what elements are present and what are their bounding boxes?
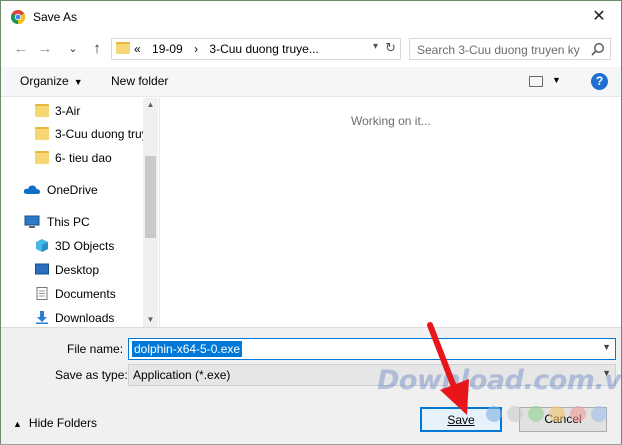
sidebar-item-downloads[interactable]: Downloads — [1, 307, 143, 329]
save-as-type-value: Application (*.exe) — [133, 368, 231, 382]
download-icon — [36, 311, 48, 324]
desktop-icon — [35, 263, 49, 275]
scroll-down-icon[interactable]: ▼ — [143, 313, 158, 327]
chevron-down-icon: ▼ — [73, 77, 83, 87]
navigation-scrollbar[interactable]: ▲ ▼ — [143, 98, 158, 327]
onedrive-icon — [23, 185, 40, 194]
sidebar-item-label: Documents — [55, 287, 116, 301]
file-name-input[interactable]: dolphin-x64-5-0.exe — [132, 341, 243, 357]
cube-icon — [36, 239, 48, 252]
chevron-down-icon[interactable]: ▼ — [602, 342, 611, 352]
window-title: Save As — [33, 10, 78, 24]
forward-button[interactable]: → — [35, 39, 55, 59]
back-button[interactable]: ← — [11, 39, 31, 59]
breadcrumb-separator[interactable]: › — [194, 42, 198, 56]
save-button-label: Save — [447, 413, 475, 427]
breadcrumb-overflow[interactable]: « — [134, 42, 141, 56]
folder-icon — [116, 42, 130, 54]
folder-icon — [35, 104, 49, 117]
sidebar-item-label: 6- tieu dao — [55, 151, 112, 165]
file-list[interactable]: Working on it... — [159, 98, 621, 327]
watermark-dot — [591, 406, 607, 422]
watermark-dot — [570, 406, 586, 422]
file-name-label: File name: — [67, 342, 124, 356]
breadcrumb: « 19-09 › 3-Cuu duong truye... — [134, 42, 327, 56]
title-bar: Save As ✕ — [1, 1, 621, 33]
documents-icon — [36, 287, 48, 300]
help-button[interactable]: ? — [591, 73, 608, 90]
watermark: Download.com.vn — [377, 365, 622, 396]
up-button[interactable]: ↑ — [87, 39, 107, 59]
save-as-type-label: Save as type: — [55, 368, 128, 382]
sidebar-item-tieu-dao[interactable]: 6- tieu dao — [1, 147, 143, 169]
breadcrumb-item[interactable]: 3-Cuu duong truye... — [209, 42, 318, 56]
search-input[interactable]: Search 3-Cuu duong truyen ky — [417, 43, 587, 57]
sidebar-item-label: 3D Objects — [55, 239, 115, 253]
sidebar-item-3d-objects[interactable]: 3D Objects — [1, 235, 143, 257]
scrollbar-thumb[interactable] — [145, 156, 156, 238]
sidebar-item-label: This PC — [47, 215, 90, 229]
sidebar-item-label: Desktop — [55, 263, 100, 277]
chevron-up-icon: ▲ — [13, 419, 22, 429]
refresh-icon[interactable]: ↻ — [385, 40, 396, 56]
save-as-dialog: Save As ✕ ← → ⌄ ↑ « 19-09 › 3-Cuu duong … — [0, 0, 622, 444]
recent-locations-button[interactable]: ⌄ — [63, 39, 83, 59]
chrome-icon — [11, 10, 25, 24]
search-icon[interactable] — [591, 42, 605, 56]
watermark-dot — [486, 406, 502, 422]
folder-icon — [35, 127, 49, 140]
sidebar-item-cuu-duong[interactable]: 3-Cuu duong truyen ky — [1, 123, 143, 145]
organize-button[interactable]: Organize ▼ — [20, 74, 83, 88]
view-options-icon[interactable] — [529, 76, 543, 87]
hide-folders-button[interactable]: ▲ Hide Folders — [13, 416, 97, 430]
navigation-pane: 3-Air 3-Cuu duong truyen ky 6- tieu dao … — [1, 98, 158, 327]
sidebar-item-this-pc[interactable]: This PC — [1, 211, 143, 233]
sidebar-item-label: Downloads — [55, 311, 115, 325]
search-box[interactable]: Search 3-Cuu duong truyen ky — [409, 38, 611, 60]
sidebar-item-onedrive[interactable]: OneDrive — [1, 179, 143, 201]
sidebar-item-label: 3-Air — [55, 104, 81, 118]
computer-icon — [24, 215, 40, 228]
new-folder-button[interactable]: New folder — [111, 74, 168, 88]
command-bar: Organize ▼ New folder ▼ ? — [1, 67, 621, 97]
watermark-dot — [549, 406, 565, 422]
chevron-down-icon[interactable]: ▾ — [373, 41, 378, 52]
address-bar[interactable]: « 19-09 › 3-Cuu duong truye... ▾ ↻ — [111, 38, 401, 60]
scroll-up-icon[interactable]: ▲ — [143, 98, 158, 112]
loading-status: Working on it... — [351, 114, 431, 128]
sidebar-item-documents[interactable]: Documents — [1, 283, 143, 305]
folder-icon — [35, 151, 49, 164]
breadcrumb-item[interactable]: 19-09 — [152, 42, 183, 56]
chevron-down-icon[interactable]: ▼ — [552, 75, 561, 85]
navigation-bar: ← → ⌄ ↑ « 19-09 › 3-Cuu duong truye... ▾… — [1, 35, 621, 63]
watermark-dot — [528, 406, 544, 422]
file-name-field[interactable]: dolphin-x64-5-0.exe ▼ — [128, 338, 616, 360]
watermark-dot — [507, 406, 523, 422]
sidebar-item-label: OneDrive — [47, 183, 98, 197]
organize-label: Organize — [20, 74, 69, 88]
sidebar-item-desktop[interactable]: Desktop — [1, 259, 143, 281]
close-button[interactable]: ✕ — [583, 3, 615, 31]
hide-folders-label: Hide Folders — [28, 416, 97, 430]
sidebar-item-3-air[interactable]: 3-Air — [1, 100, 143, 122]
sidebar-item-label: 3-Cuu duong truyen ky — [55, 127, 143, 141]
